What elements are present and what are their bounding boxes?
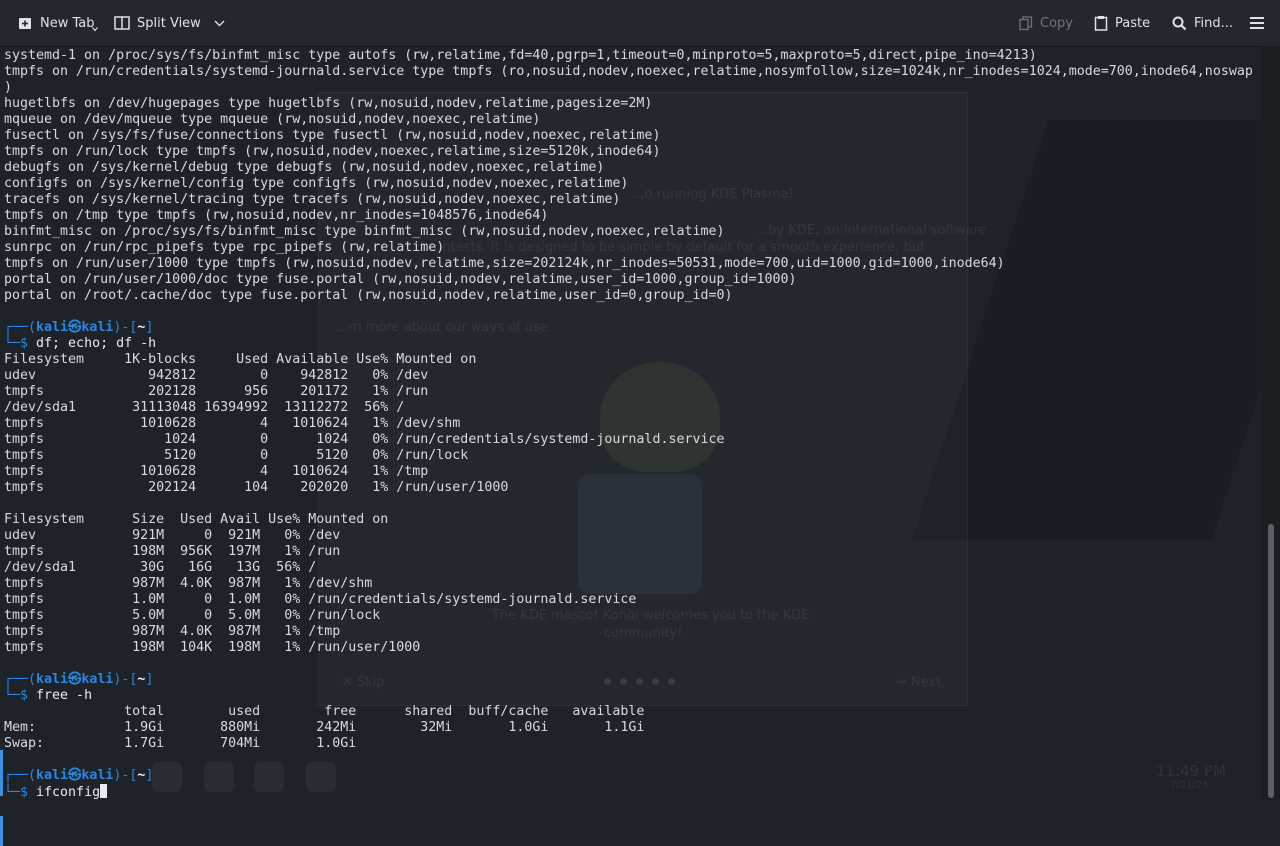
- paste-icon: [1094, 15, 1108, 31]
- vertical-scrollbar[interactable]: [1262, 46, 1280, 800]
- mount-output-line: tmpfs on /run/user/1000 type tmpfs (rw,n…: [4, 256, 1005, 271]
- prompt-bracket: ]: [145, 320, 154, 335]
- new-tab-icon: [18, 16, 33, 31]
- text-cursor: [100, 784, 108, 798]
- hamburger-menu-icon: [1250, 17, 1264, 29]
- prompt-bracket: ┌──(: [4, 768, 37, 783]
- df-output-line: tmpfs 5.0M 0 5.0M 0% /run/lock: [4, 608, 381, 623]
- prompt-bracket: ┌──(: [4, 672, 37, 687]
- prompt-bracket: )-[: [113, 768, 138, 783]
- prompt-bracket: ]: [145, 768, 154, 783]
- copy-icon: [1019, 15, 1033, 31]
- chevron-down-icon[interactable]: [214, 20, 225, 27]
- df-output-line: tmpfs 202124 104 202020 1% /run/user/100…: [4, 480, 509, 495]
- prompt-host: kali: [81, 768, 114, 783]
- df-output-line: tmpfs 198M 956K 197M 1% /run: [4, 544, 341, 559]
- df-output-line: tmpfs 987M 4.0K 987M 1% /dev/shm: [4, 576, 373, 591]
- mount-output-line: ): [4, 80, 13, 95]
- mount-output-line: tmpfs on /run/lock type tmpfs (rw,nosuid…: [4, 144, 661, 159]
- mount-output-line: mqueue on /dev/mqueue type mqueue (rw,no…: [4, 112, 541, 127]
- prompt-dollar: └─$: [4, 336, 37, 351]
- df-output-line: tmpfs 987M 4.0K 987M 1% /tmp: [4, 624, 341, 639]
- df-output-line: tmpfs 1010628 4 1010624 1% /dev/shm: [4, 416, 461, 431]
- search-icon: [1172, 16, 1187, 31]
- command-text: df; echo; df -h: [36, 336, 157, 351]
- new-tab-button[interactable]: New Tab: [18, 0, 95, 46]
- new-tab-label: New Tab: [40, 15, 95, 31]
- prompt-command-line[interactable]: └─$ ifconfig: [4, 784, 108, 800]
- split-view-icon: [114, 16, 130, 30]
- prompt-header: ┌──(kali㉿kali)-[~]: [4, 320, 153, 336]
- prompt-bracket: ]: [145, 672, 154, 687]
- df-output-line: Filesystem 1K-blocks Used Available Use%…: [4, 352, 477, 367]
- command-text: free -h: [36, 688, 93, 703]
- copy-button[interactable]: Copy: [1019, 0, 1073, 46]
- prompt-user: kali: [36, 768, 69, 783]
- df-output-line: /dev/sda1 30G 16G 13G 56% /: [4, 560, 317, 575]
- mount-output-line: binfmt_misc on /proc/sys/fs/binfmt_misc …: [4, 224, 725, 239]
- split-view-label: Split View: [137, 15, 201, 31]
- prompt-at-symbol: ㉿: [68, 768, 82, 783]
- df-output-line: tmpfs 198M 104K 198M 1% /run/user/1000: [4, 640, 421, 655]
- hamburger-menu-button[interactable]: [1250, 0, 1264, 46]
- mount-output-line: portal on /root/.cache/doc type fuse.por…: [4, 288, 733, 303]
- prompt-user: kali: [36, 320, 69, 335]
- mount-output-line: hugetlbfs on /dev/hugepages type hugetlb…: [4, 96, 653, 111]
- output-marker-bar: [0, 750, 3, 796]
- free-output-line: Swap: 1.7Gi 704Mi 1.0Gi: [4, 736, 357, 751]
- find-button[interactable]: Find...: [1172, 0, 1233, 46]
- df-output-line: udev 921M 0 921M 0% /dev: [4, 528, 341, 543]
- prompt-header: ┌──(kali㉿kali)-[~]: [4, 768, 153, 784]
- free-output-line: total used free shared buff/cache availa…: [4, 704, 645, 719]
- prompt-bracket: )-[: [113, 320, 138, 335]
- paste-label: Paste: [1115, 15, 1151, 31]
- mount-output-line: configfs on /sys/kernel/config type conf…: [4, 176, 629, 191]
- prompt-header: ┌──(kali㉿kali)-[~]: [4, 672, 153, 688]
- mount-output-line: systemd-1 on /proc/sys/fs/binfmt_misc ty…: [4, 48, 1037, 63]
- mount-output-line: portal on /run/user/1000/doc type fuse.p…: [4, 272, 797, 287]
- df-output-line: tmpfs 202128 956 201172 1% /run: [4, 384, 429, 399]
- df-output-line: tmpfs 1010628 4 1010624 1% /tmp: [4, 464, 429, 479]
- command-text: ifconfig: [36, 785, 101, 800]
- terminal-toolbar: New Tab Split View Copy Paste Find...: [0, 0, 1280, 47]
- mount-output-line: tmpfs on /run/credentials/systemd-journa…: [4, 64, 1253, 79]
- mount-output-line: debugfs on /sys/kernel/debug type debugf…: [4, 160, 605, 175]
- prompt-dollar: └─$: [4, 688, 37, 703]
- prompt-at-symbol: ㉿: [68, 320, 82, 335]
- mount-output-line: tmpfs on /tmp type tmpfs (rw,nosuid,node…: [4, 208, 549, 223]
- prompt-command-line: └─$ free -h: [4, 688, 92, 704]
- chevron-down-icon[interactable]: [92, 26, 98, 32]
- mount-output-line: sunrpc on /run/rpc_pipefs type rpc_pipef…: [4, 240, 445, 255]
- output-marker-bar: [0, 816, 3, 846]
- df-output-line: tmpfs 1.0M 0 1.0M 0% /run/credentials/sy…: [4, 592, 637, 607]
- split-view-button[interactable]: Split View: [114, 0, 225, 46]
- paste-button[interactable]: Paste: [1094, 0, 1150, 46]
- df-output-line: tmpfs 5120 0 5120 0% /run/lock: [4, 448, 469, 463]
- mount-output-line: fusectl on /sys/fs/fuse/connections type…: [4, 128, 661, 143]
- prompt-at-symbol: ㉿: [68, 672, 82, 687]
- terminal-output[interactable]: systemd-1 on /proc/sys/fs/binfmt_misc ty…: [0, 46, 1262, 846]
- df-output-line: udev 942812 0 942812 0% /dev: [4, 368, 429, 383]
- prompt-host: kali: [81, 320, 114, 335]
- prompt-command-line: └─$ df; echo; df -h: [4, 336, 156, 352]
- df-output-line: tmpfs 1024 0 1024 0% /run/credentials/sy…: [4, 432, 725, 447]
- prompt-user: kali: [36, 672, 69, 687]
- prompt-bracket: )-[: [113, 672, 138, 687]
- prompt-dollar: └─$: [4, 785, 37, 800]
- copy-label: Copy: [1040, 15, 1073, 31]
- free-output-line: Mem: 1.9Gi 880Mi 242Mi 32Mi 1.0Gi 1.1Gi: [4, 720, 645, 735]
- mount-output-line: tracefs on /sys/kernel/tracing type trac…: [4, 192, 621, 207]
- df-output-line: /dev/sda1 31113048 16394992 13112272 56%…: [4, 400, 405, 415]
- find-label: Find...: [1194, 15, 1234, 31]
- df-output-line: Filesystem Size Used Avail Use% Mounted …: [4, 512, 389, 527]
- prompt-host: kali: [81, 672, 114, 687]
- scrollbar-thumb[interactable]: [1268, 524, 1274, 798]
- prompt-bracket: ┌──(: [4, 320, 37, 335]
